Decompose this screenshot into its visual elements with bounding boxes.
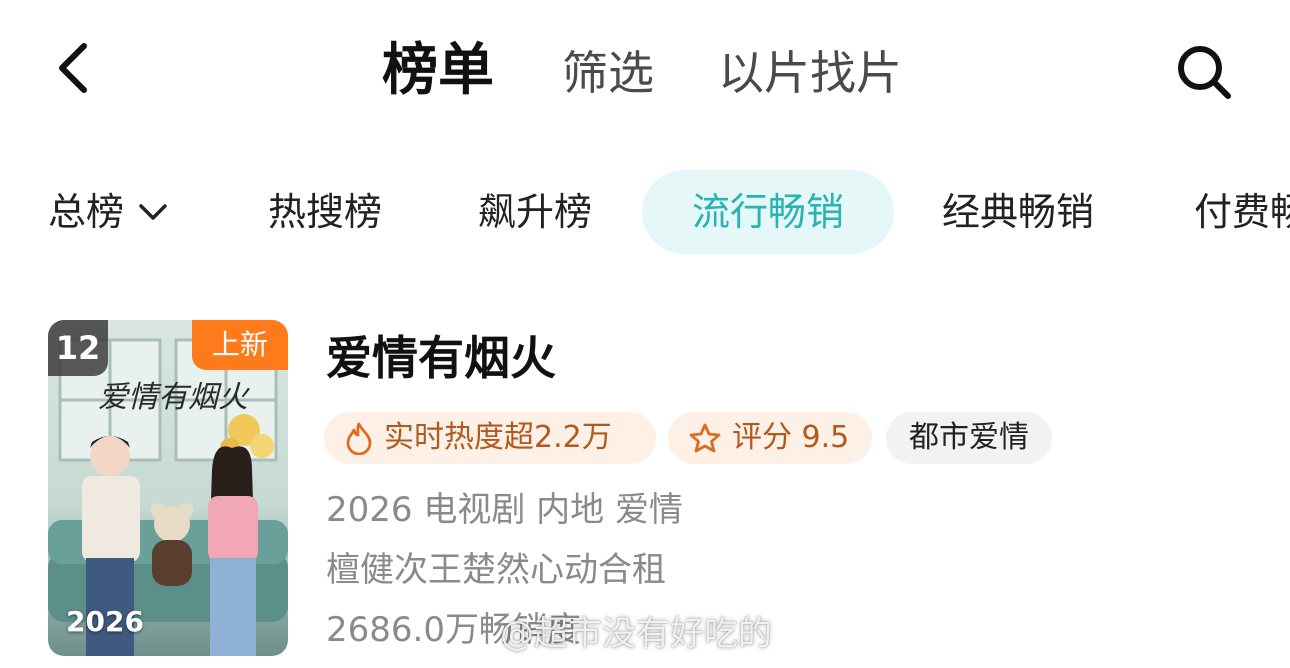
poster-title: 爱情有烟火 [98,380,248,415]
item-description: 檀健次王楚然心动合租 [326,550,666,590]
heat-tag: 实时热度超2.2万 [324,412,656,464]
rank-badge: 12 [48,320,108,376]
genre-tag[interactable]: 都市爱情 [886,412,1052,464]
item-title[interactable]: 爱情有烟火 [326,328,556,388]
item-meta: 2026 电视剧 内地 爱情 [326,490,683,530]
chevron-left-icon [59,43,87,93]
chip-hot-search[interactable]: 热搜榜 [268,170,382,254]
chip-label: 总榜 [48,190,125,234]
search-icon [1178,46,1231,99]
watermark: @超市没有好吃的 [500,614,772,654]
back-button[interactable] [44,38,104,98]
heat-tag-label: 实时热度超2.2万 [384,420,612,455]
score-tag-label: 评分 9.5 [732,420,850,455]
poster[interactable]: 爱情有烟火 12 上新 2026 [48,320,288,656]
star-icon [689,423,721,453]
flame-icon [346,422,372,455]
search-button[interactable] [1168,36,1240,108]
chip-paid-bestseller[interactable]: 付费畅 [1194,170,1290,254]
poster-year: 2026 [66,605,144,638]
score-tag: 评分 9.5 [668,412,872,464]
top-navigation: 榜单 筛选 以片找片 [0,0,1290,140]
chip-overall[interactable]: 总榜 [48,170,168,254]
chip-classic-bestseller[interactable]: 经典畅销 [942,170,1094,254]
tab-find-by-film[interactable]: 以片找片 [718,38,902,108]
chip-rising[interactable]: 飙升榜 [478,170,592,254]
chip-popular-bestseller[interactable]: 流行畅销 [642,170,894,254]
category-chip-row: 总榜 热搜榜 飙升榜 流行畅销 经典畅销 付费畅 [0,170,1290,256]
new-badge: 上新 [192,320,288,370]
tab-ranking[interactable]: 榜单 [382,36,494,106]
tab-filter[interactable]: 筛选 [562,38,654,108]
chevron-down-icon [139,204,167,220]
